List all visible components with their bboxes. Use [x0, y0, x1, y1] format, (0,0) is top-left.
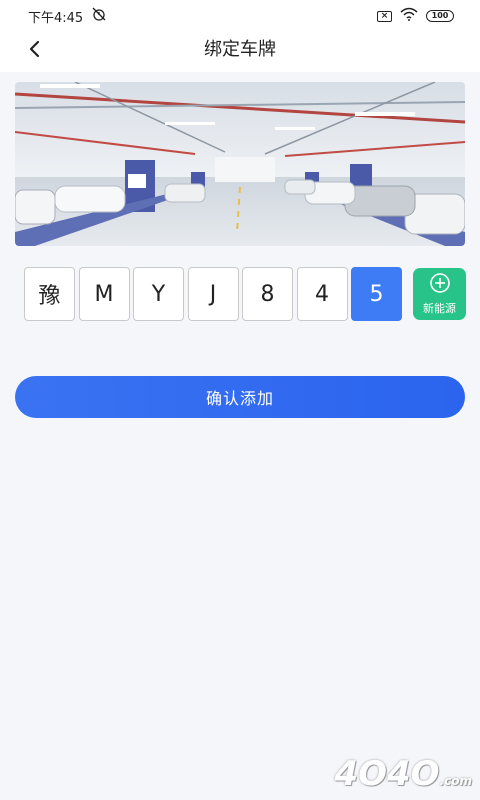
status-time: 下午4:45	[28, 10, 84, 26]
plate-char-3[interactable]: Y	[133, 267, 184, 321]
sim-x-icon: ×	[377, 10, 392, 22]
site-watermark-logo: 4O4O.com	[334, 754, 472, 794]
confirm-add-button[interactable]: 确认添加	[15, 376, 465, 418]
watermark-text: 4O4O	[334, 754, 440, 794]
wifi-icon	[400, 7, 418, 25]
plate-char-7-active[interactable]: 5	[351, 267, 402, 321]
plate-char-2[interactable]: M	[78, 267, 130, 321]
parking-banner-image	[15, 82, 465, 246]
plus-circle-icon	[429, 272, 451, 298]
confirm-add-label: 确认添加	[205, 389, 274, 408]
alarm-off-icon	[91, 6, 107, 26]
status-bar: 下午4:45 × 100	[0, 0, 480, 32]
page-title: 绑定车牌	[204, 39, 276, 60]
plate-char-5[interactable]: 8	[242, 267, 293, 321]
new-energy-button[interactable]: 新能源	[413, 268, 466, 320]
plate-char-4[interactable]: J	[187, 267, 239, 321]
watermark-suffix: .com	[439, 774, 472, 788]
status-right: × 100	[377, 7, 454, 25]
header: 绑定车牌	[0, 32, 480, 72]
battery-icon: 100	[426, 10, 454, 22]
battery-level: 100	[431, 11, 449, 20]
new-energy-label: 新能源	[423, 302, 456, 315]
plate-char-6[interactable]: 4	[296, 267, 348, 321]
plate-input-row: 豫 M Y J 8 4 5 新能源	[24, 267, 466, 323]
status-left: 下午4:45	[28, 6, 107, 26]
plate-char-1[interactable]: 豫	[24, 267, 75, 321]
